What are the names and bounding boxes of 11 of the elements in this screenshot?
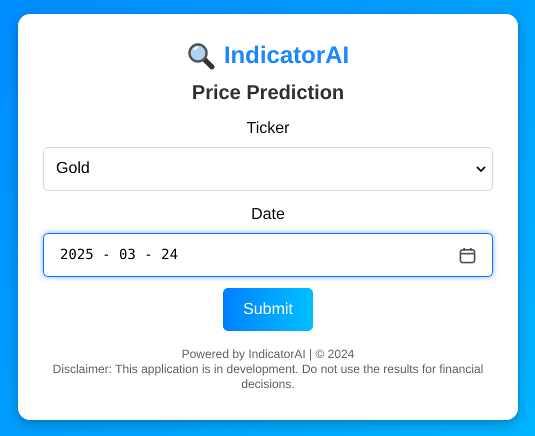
chevron-icon xyxy=(476,166,486,172)
page-heading: Price Prediction xyxy=(192,82,344,105)
date-field[interactable]: 2025 - 03 - 24 xyxy=(43,233,493,277)
magnifier-icon xyxy=(186,42,215,70)
footer-text: Powered by IndicatorAI | © 2024 xyxy=(180,347,356,362)
field-label: Date xyxy=(251,206,285,224)
footer-text: Disclaimer: This application is in development. Do not use the results for financial decisions. xyxy=(52,362,484,392)
calendar-icon xyxy=(459,246,476,264)
app-title: IndicatorAI xyxy=(224,42,350,70)
ticker-dropdown[interactable]: Gold xyxy=(43,147,493,191)
field-label: Ticker xyxy=(246,120,290,138)
